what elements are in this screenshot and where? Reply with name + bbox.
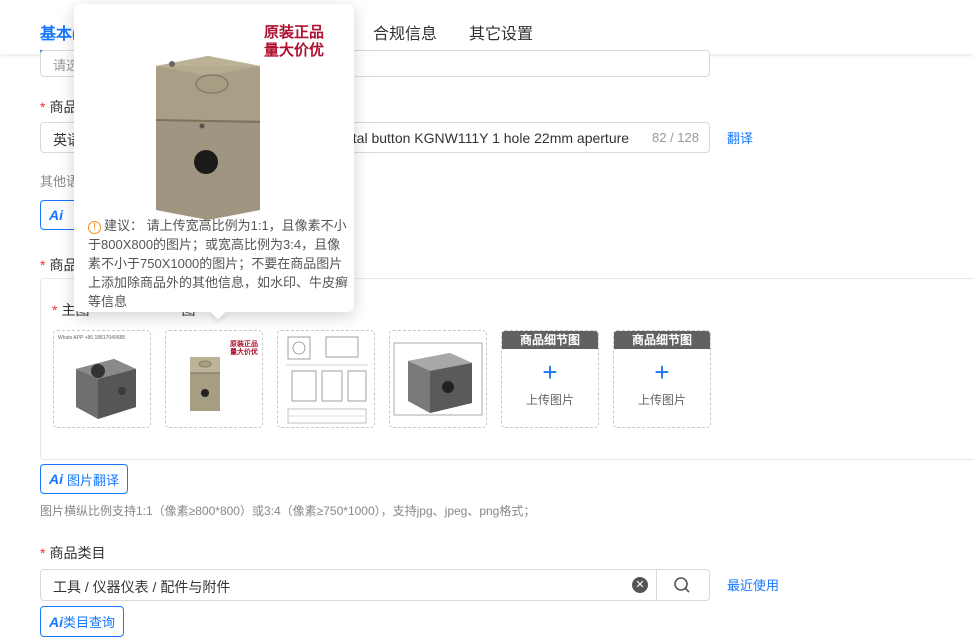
promo-text: 原装正品 量大价优 bbox=[264, 24, 325, 59]
category-input[interactable]: 工具 / 仪器仪表 / 配件与附件 ✕ bbox=[40, 569, 710, 601]
image-translate-label: 图片翻译 bbox=[67, 472, 120, 488]
category-label: * 商品类目 bbox=[40, 545, 106, 561]
upload-slot-text: 上传图片 bbox=[525, 393, 574, 407]
tab-other-settings[interactable]: 其它设置 bbox=[469, 20, 533, 44]
upload-detail-image-2[interactable]: 商品细节图 + 上传图片 bbox=[613, 330, 711, 428]
search-button[interactable] bbox=[657, 570, 709, 600]
product-thumbnail-3[interactable] bbox=[277, 330, 375, 428]
tab-basic-info[interactable]: 基本( bbox=[40, 20, 77, 44]
upload-detail-image-1[interactable]: 商品细节图 + 上传图片 bbox=[501, 330, 599, 428]
warning-icon: ! bbox=[88, 221, 101, 234]
product-name-value: etal button KGNW111Y 1 hole 22mm apertur… bbox=[345, 130, 630, 146]
char-count: 82 / 128 bbox=[652, 130, 699, 145]
recent-use-link[interactable]: 最近使用 bbox=[727, 575, 779, 594]
product-thumbnail-1[interactable]: Whats APP +86 18817040688 bbox=[53, 330, 151, 428]
category-value: 工具 / 仪器仪表 / 配件与附件 bbox=[53, 579, 231, 595]
watermark-text: Whats APP +86 18817040688 bbox=[58, 335, 126, 341]
image-translate-button[interactable]: Ai 图片翻译 bbox=[40, 464, 129, 494]
product-thumbnail-4[interactable] bbox=[389, 330, 487, 428]
ai-icon: Ai bbox=[49, 613, 63, 630]
category-query-label: 类目查询 bbox=[63, 615, 116, 630]
upload-slot-header: 商品细节图 bbox=[614, 331, 710, 349]
switch-box-image bbox=[76, 359, 136, 419]
technical-drawing-image bbox=[286, 336, 368, 424]
ai-icon: Ai bbox=[49, 207, 63, 223]
upload-slot-text: 上传图片 bbox=[637, 393, 686, 407]
product-images-label: * 商品 bbox=[40, 257, 78, 273]
product-name-label: * 商品 bbox=[40, 99, 78, 115]
product-thumbnail-2[interactable]: 原装正品 量大价优 bbox=[165, 330, 263, 428]
tab-compliance-info[interactable]: 合规信息 bbox=[373, 20, 437, 44]
upload-slot-header: 商品细节图 bbox=[502, 331, 598, 349]
image-preview-popover: 原装正品 量大价优 ! 建议： 请上传宽高比例为1:1，且像素不小于800X800… bbox=[74, 4, 354, 312]
plus-icon: + bbox=[654, 357, 670, 387]
upload-advice: ! 建议： 请上传宽高比例为1:1，且像素不小于800X800的图片；或宽高比例为… bbox=[88, 218, 349, 309]
plus-icon: + bbox=[542, 357, 558, 387]
search-icon bbox=[674, 577, 690, 593]
product-preview-image bbox=[155, 56, 261, 220]
clear-icon[interactable]: ✕ bbox=[632, 577, 648, 593]
category-query-button[interactable]: Ai 类目查询 bbox=[40, 606, 125, 637]
image-format-hint: 图片横纵比例支持1:1（像素≥800*800）或3:4（像素≥750*1000）… bbox=[40, 504, 536, 518]
ai-icon: Ai bbox=[49, 471, 63, 487]
translate-link[interactable]: 翻译 bbox=[727, 128, 753, 147]
thumb-promo-text: 原装正品 量大价优 bbox=[230, 341, 258, 356]
metal-box-image bbox=[393, 342, 483, 416]
